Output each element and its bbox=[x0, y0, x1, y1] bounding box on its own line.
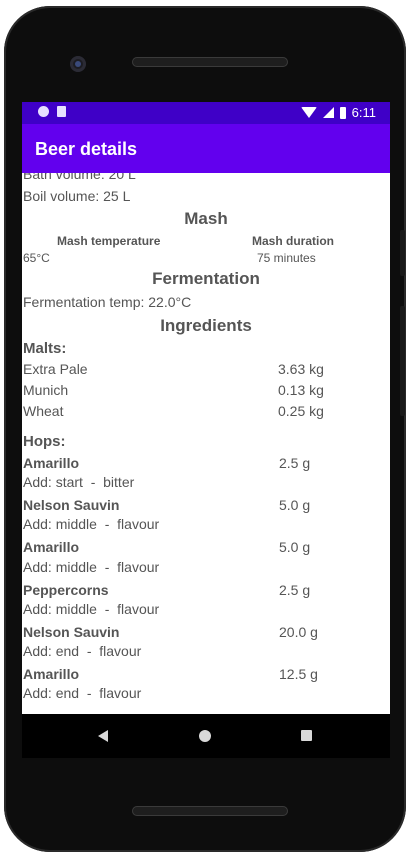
sd-card-icon bbox=[57, 106, 66, 117]
screen: 6:11 Beer details Bath volume: 20 L Boil… bbox=[22, 102, 390, 714]
ingredients-heading: Ingredients bbox=[160, 316, 252, 335]
volume-button bbox=[400, 306, 405, 416]
hop-name: Amarillo bbox=[23, 666, 80, 682]
malt-amount: 3.63 kg bbox=[278, 361, 324, 377]
wifi-icon bbox=[300, 107, 317, 118]
hop-addition: Add: start - bitter bbox=[23, 474, 135, 490]
hop-name: Peppercorns bbox=[23, 582, 109, 598]
hop-amount: 12.5 g bbox=[279, 666, 318, 682]
app-bar: Beer details bbox=[22, 124, 390, 173]
status-bar: 6:11 bbox=[22, 102, 390, 124]
mash-temp-header: Mash temperature bbox=[57, 234, 161, 248]
malt-name: Extra Pale bbox=[23, 361, 88, 377]
recents-icon[interactable] bbox=[301, 730, 312, 741]
hop-name: Nelson Sauvin bbox=[23, 497, 120, 513]
power-button bbox=[400, 230, 405, 276]
home-icon[interactable] bbox=[199, 730, 211, 742]
hop-name: Amarillo bbox=[23, 455, 80, 471]
top-speaker bbox=[132, 57, 288, 67]
hop-addition: Add: middle - flavour bbox=[23, 559, 160, 575]
hop-addition: Add: end - flavour bbox=[23, 643, 142, 659]
fermentation-temp: Fermentation temp: 22.0°C bbox=[23, 294, 192, 310]
hop-amount: 2.5 g bbox=[279, 455, 311, 471]
signal-icon bbox=[322, 107, 334, 118]
battery-icon bbox=[339, 106, 346, 119]
mash-temp-value: 65°C bbox=[23, 251, 50, 265]
bottom-speaker bbox=[132, 806, 288, 816]
hop-amount: 5.0 g bbox=[279, 497, 311, 513]
hops-heading: Hops: bbox=[23, 433, 66, 450]
navigation-bar bbox=[22, 714, 390, 758]
mash-duration-value: 75 minutes bbox=[257, 251, 316, 265]
page-title: Beer details bbox=[35, 139, 138, 159]
malt-name: Munich bbox=[23, 382, 69, 398]
boil-volume: Boil volume: 25 L bbox=[23, 188, 131, 204]
hop-name: Amarillo bbox=[23, 539, 80, 555]
hop-addition: Add: middle - flavour bbox=[23, 516, 160, 532]
hop-addition: Add: end - flavour bbox=[23, 685, 142, 701]
beer-details-scroll[interactable]: Bath volume: 20 L Boil volume: 25 L Mash… bbox=[22, 173, 390, 714]
malt-amount: 0.13 kg bbox=[278, 382, 324, 398]
hop-amount: 2.5 g bbox=[279, 582, 311, 598]
hop-amount: 20.0 g bbox=[279, 624, 318, 640]
malts-heading: Malts: bbox=[23, 340, 67, 357]
mash-duration-header: Mash duration bbox=[252, 234, 335, 248]
hop-name: Nelson Sauvin bbox=[23, 624, 120, 640]
status-time: 6:11 bbox=[351, 105, 376, 120]
malt-name: Wheat bbox=[23, 403, 64, 419]
malt-amount: 0.25 kg bbox=[278, 403, 324, 419]
notification-icon bbox=[38, 106, 49, 117]
back-icon[interactable] bbox=[98, 730, 108, 742]
fermentation-heading: Fermentation bbox=[152, 269, 260, 288]
front-camera bbox=[70, 56, 86, 72]
hop-amount: 5.0 g bbox=[279, 539, 311, 555]
bath-volume: Bath volume: 20 L bbox=[23, 173, 136, 182]
hop-addition: Add: middle - flavour bbox=[23, 601, 160, 617]
mash-heading: Mash bbox=[184, 209, 228, 228]
